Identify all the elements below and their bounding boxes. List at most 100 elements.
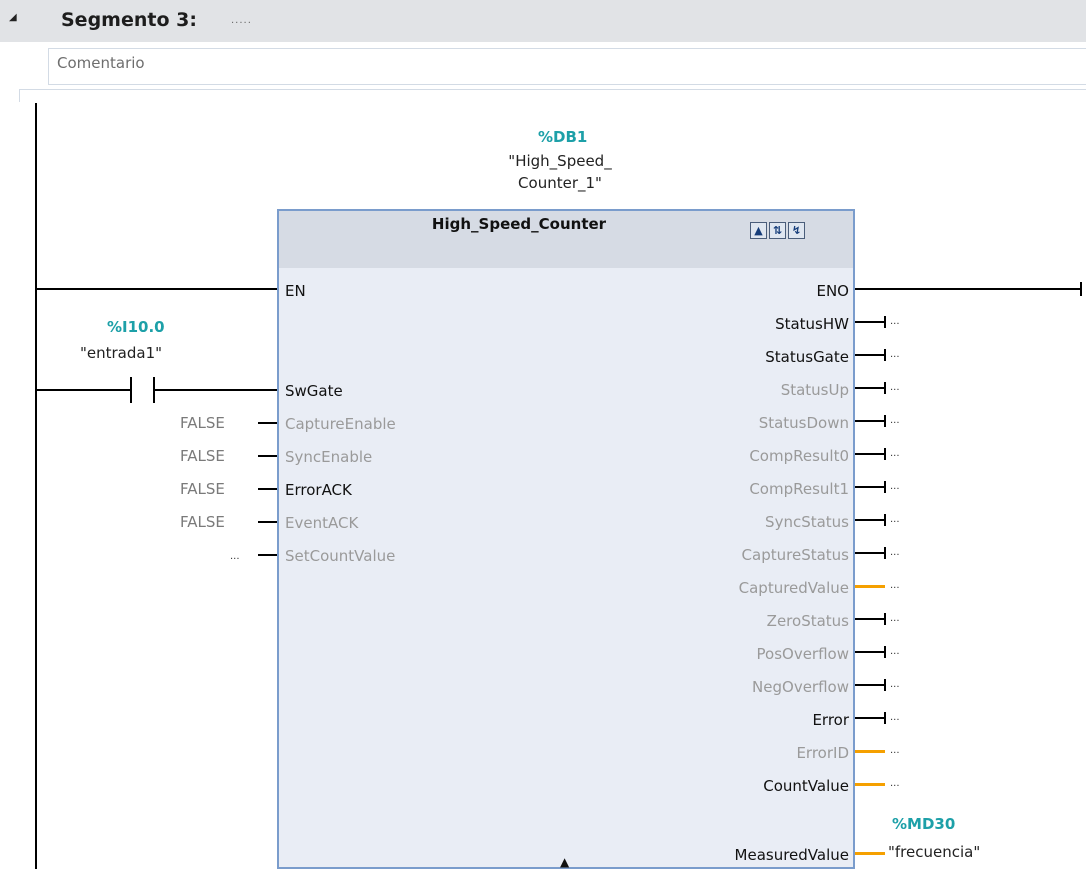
instance-db-icon[interactable]: ▲ [750,222,767,239]
setcountvalue-stub [258,554,277,556]
expand-arrow-icon[interactable]: ▲ [560,855,569,869]
errorid-stub [855,750,885,753]
pin-capturestatus[interactable]: CaptureStatus [742,546,849,564]
syncstatus-value[interactable]: ... [890,514,900,525]
compresult1-stub [855,486,885,488]
statusgate-stub [855,354,885,356]
compresult0-value[interactable]: ... [890,448,900,459]
eventack-value[interactable]: FALSE [180,513,225,531]
segment-subtitle[interactable]: ..... [231,15,252,26]
pin-error[interactable]: Error [812,711,849,729]
power-rail [35,103,37,869]
pin-zerostatus[interactable]: ZeroStatus [767,612,849,630]
errorid-value[interactable]: ... [890,745,900,756]
eno-wire [855,288,1081,290]
pin-swgate[interactable]: SwGate [285,382,343,400]
statusdown-stub-end [884,415,886,427]
collapse-triangle-icon[interactable]: ◢ [9,11,17,25]
contact-symbol-left[interactable] [130,377,132,403]
capturestatus-stub-end [884,547,886,559]
pin-en[interactable]: EN [285,282,306,300]
capturestatus-stub [855,552,885,554]
zerostatus-stub [855,618,885,620]
instance-db-address: %DB1 [538,128,588,146]
statusdown-value[interactable]: ... [890,415,900,426]
statusgate-value[interactable]: ... [890,349,900,360]
measured-tag-name[interactable]: "frecuencia" [888,843,980,861]
posoverflow-stub-end [884,646,886,658]
properties-icon[interactable]: ⇅ [769,222,786,239]
posoverflow-value[interactable]: ... [890,646,900,657]
measured-address[interactable]: %MD30 [892,815,955,833]
capturedvalue-stub [855,585,885,588]
rung-en-wire [37,288,279,290]
error-value[interactable]: ... [890,712,900,723]
compresult1-value[interactable]: ... [890,481,900,492]
statushw-stub-end [884,316,886,328]
syncenable-value[interactable]: FALSE [180,447,225,465]
syncstatus-stub-end [884,514,886,526]
statusup-stub [855,387,885,389]
pin-setcountvalue[interactable]: SetCountValue [285,547,395,565]
pin-statusgate[interactable]: StatusGate [765,348,849,366]
pin-countvalue[interactable]: CountValue [763,777,849,795]
statusup-stub-end [884,382,886,394]
error-stub-end [884,712,886,724]
pin-measuredvalue[interactable]: MeasuredValue [735,846,849,864]
pin-syncstatus[interactable]: SyncStatus [765,513,849,531]
erroracK-stub [258,488,277,490]
measuredvalue-stub [855,852,885,855]
instance-db-name-line1: "High_Speed_ [508,152,612,170]
statushw-value[interactable]: ... [890,316,900,327]
countvalue-stub [855,783,885,786]
pin-statusdown[interactable]: StatusDown [759,414,849,432]
pin-capturedvalue[interactable]: CapturedValue [739,579,849,597]
pin-compresult1[interactable]: CompResult1 [749,480,849,498]
pin-posoverflow[interactable]: PosOverflow [757,645,849,663]
negoverflow-stub [855,684,885,686]
erroracK-value[interactable]: FALSE [180,480,225,498]
capturestatus-value[interactable]: ... [890,547,900,558]
diagnostics-icon[interactable]: ↯ [788,222,805,239]
compresult0-stub-end [884,448,886,460]
pin-eno[interactable]: ENO [816,282,849,300]
countvalue-value[interactable]: ... [890,778,900,789]
zerostatus-stub-end [884,613,886,625]
eno-wire-end [1080,282,1082,296]
setcountvalue-value[interactable]: ... [230,551,240,562]
contact-wire-left [37,389,130,391]
zerostatus-value[interactable]: ... [890,613,900,624]
capturedvalue-value[interactable]: ... [890,580,900,591]
function-block-title: High_Speed_Counter [431,215,607,233]
compresult1-stub-end [884,481,886,493]
comment-field[interactable] [48,48,1086,85]
segment-title: Segmento 3: [61,9,197,31]
pin-errorid[interactable]: ErrorID [796,744,849,762]
pin-statushw[interactable]: StatusHW [775,315,849,333]
syncstatus-stub [855,519,885,521]
statushw-stub [855,321,885,323]
compresult0-stub [855,453,885,455]
pin-compresult0[interactable]: CompResult0 [749,447,849,465]
negoverflow-value[interactable]: ... [890,679,900,690]
contact-wire-right [155,389,279,391]
negoverflow-stub-end [884,679,886,691]
posoverflow-stub [855,651,885,653]
pin-statusup[interactable]: StatusUp [781,381,849,399]
error-stub [855,717,885,719]
captureenable-stub [258,422,277,424]
network-area-border [19,89,1086,102]
statusdown-stub [855,420,885,422]
function-block[interactable] [277,209,855,869]
pin-erroracK[interactable]: ErrorACK [285,481,352,499]
pin-eventack[interactable]: EventACK [285,514,358,532]
contact-address: %I10.0 [107,318,165,336]
pin-syncenable[interactable]: SyncEnable [285,448,372,466]
captureenable-value[interactable]: FALSE [180,414,225,432]
statusup-value[interactable]: ... [890,382,900,393]
contact-tag-name: "entrada1" [80,344,163,362]
instance-db-name-line2: Counter_1" [518,174,602,192]
pin-captureenable[interactable]: CaptureEnable [285,415,396,433]
pin-negoverflow[interactable]: NegOverflow [752,678,849,696]
syncenable-stub [258,455,277,457]
